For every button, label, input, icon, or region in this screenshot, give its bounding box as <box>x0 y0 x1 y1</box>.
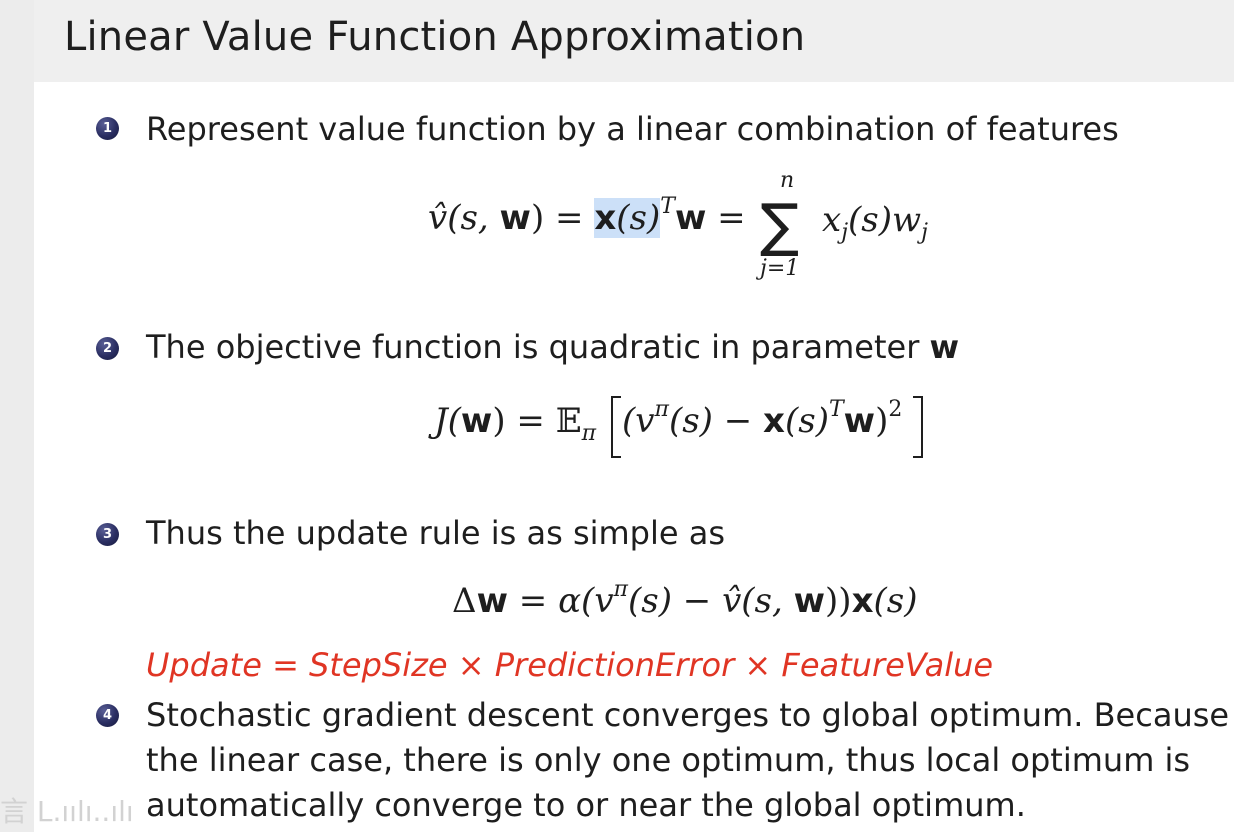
f1-eq2: = <box>706 198 746 238</box>
f2-x: x <box>763 401 785 441</box>
f2-pi: π <box>581 421 597 446</box>
item-4-line-2: the linear case, there is only one optim… <box>146 741 1191 779</box>
f2-pisup: π <box>654 397 669 422</box>
bullet-4: 4 <box>96 704 119 727</box>
item-4-line-1: Stochastic gradient descent converges to… <box>146 696 1234 734</box>
f3-w: w <box>476 581 508 621</box>
f2-xs: (s) <box>784 401 829 441</box>
f1-tail-w: w <box>892 200 922 240</box>
f2-w: w <box>460 401 493 441</box>
formula-2: J(w) = 𝔼π <box>434 401 596 446</box>
f3-pisup: π <box>613 577 628 602</box>
update-rule-red: Update = StepSize × PredictionError × Fe… <box>146 646 994 684</box>
f2-open: (v <box>622 401 655 441</box>
f1-tail-s: (s) <box>848 200 892 240</box>
formula-2-inner: (vπ(s) − x(s)Tw)2 <box>622 397 902 441</box>
item-2-text: The objective function is quadratic in p… <box>146 328 959 366</box>
bullet-1: 1 <box>96 117 119 140</box>
f1-tail-j: j <box>841 220 849 245</box>
f1-xs: (s) <box>616 198 661 238</box>
f1-w: w <box>499 198 531 238</box>
f2-s: (s) − <box>668 401 764 441</box>
f1-w2: w <box>674 198 707 238</box>
f2-T: T <box>828 397 844 422</box>
sum-term: xj(s)wj <box>822 200 928 245</box>
f1-transpose: T <box>660 194 675 219</box>
bullet-2: 2 <box>96 337 119 360</box>
item-3-text: Thus the update rule is as simple as <box>146 514 726 552</box>
f1-x: x <box>594 198 617 238</box>
left-rail <box>0 0 34 832</box>
f2-expectation: 𝔼 <box>555 401 582 441</box>
bullet-3: 3 <box>96 523 119 546</box>
f2-close: ) <box>875 401 889 441</box>
f2-square: 2 <box>888 397 903 422</box>
f2-right-bracket <box>913 396 923 458</box>
f2-left-bracket <box>611 396 621 458</box>
f3-mid: (s) − v̂(s, <box>628 581 794 621</box>
formula-3: Δw = α(vπ(s) − v̂(s, w))x(s) <box>452 577 918 621</box>
slide-title: Linear Value Function Approximation <box>64 14 806 60</box>
item-2-label: The objective function is quadratic in p… <box>146 328 920 366</box>
selection-highlight[interactable]: x(s) <box>594 198 661 238</box>
sum-upper: n <box>780 168 795 193</box>
f3-x: x <box>851 581 874 621</box>
item-1-text: Represent value function by a linear com… <box>146 110 1119 148</box>
f3-eq: = α(v <box>507 581 614 621</box>
f3-delta: Δ <box>452 581 477 621</box>
item-2-bold-w: w <box>929 328 960 366</box>
f1-tail-x: x <box>822 200 842 240</box>
f1-lhs: v̂(s, <box>428 198 500 238</box>
f2-eq: ) = <box>492 401 556 441</box>
sum-symbol: ∑ <box>760 191 800 259</box>
f2-J: J( <box>434 401 461 441</box>
f3-close: )) <box>825 581 852 621</box>
item-4-line-3: automatically converge to or near the gl… <box>146 786 1026 824</box>
f1-tail-j2: j <box>921 220 928 245</box>
f3-xs: (s) <box>873 581 918 621</box>
f3-w2: w <box>793 581 826 621</box>
f1-eq: ) = <box>530 198 595 238</box>
sum-lower: j=1 <box>760 256 800 281</box>
f2-w2: w <box>843 401 876 441</box>
watermark-logo: 言 L.ıılı..ılı <box>0 795 134 828</box>
formula-1: v̂(s, w) = x(s)Tw = <box>428 194 746 238</box>
